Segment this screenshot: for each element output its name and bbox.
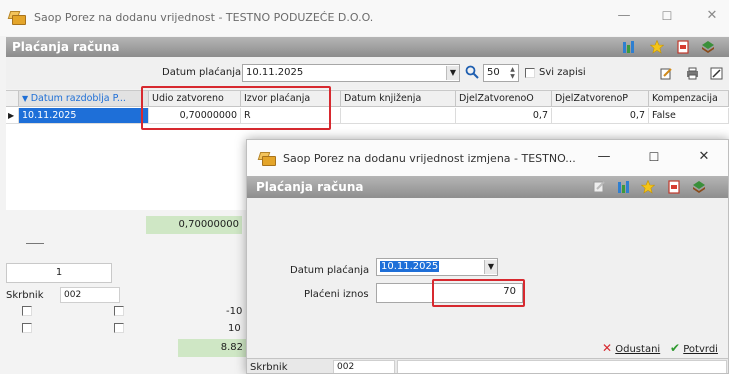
cell-compensation[interactable]: False (649, 108, 729, 124)
lower-skrbnik-label: Skrbnik (6, 290, 44, 301)
columns-icon[interactable] (622, 40, 636, 54)
dialog-close-icon[interactable]: ✕ (697, 150, 711, 164)
all-records-checkbox[interactable] (525, 68, 535, 78)
cancel-button[interactable]: ✕ Odustani (602, 341, 660, 357)
minimize-icon[interactable]: — (617, 9, 631, 23)
column-header-period-date[interactable]: ▼ Datum razdoblja P... (19, 91, 149, 107)
main-header-bar: Plaćanja računa (6, 37, 729, 57)
print-icon[interactable] (686, 67, 699, 80)
confirm-button-label: Potvrdi (683, 344, 718, 355)
page-number[interactable]: 1 (6, 263, 112, 283)
search-icon[interactable] (465, 65, 479, 79)
dialog-folder-icon (257, 152, 277, 166)
dialog-status-field (397, 360, 727, 373)
maximize-icon[interactable]: ☐ (660, 9, 674, 23)
lower-checkbox-1[interactable] (22, 306, 32, 316)
lower-checkbox-3[interactable] (22, 323, 32, 333)
all-records-label: Svi zapisi (539, 67, 586, 78)
date-filter-input[interactable]: 10.11.2025 ▼ (242, 64, 460, 82)
dialog-pdf-icon[interactable] (667, 180, 681, 194)
dialog-status-bar: Skrbnik 002 (247, 358, 728, 373)
column-header-compensation[interactable]: Kompenzacija (649, 91, 729, 107)
sort-icon: ▼ (22, 94, 31, 103)
dialog-edit-icon[interactable] (593, 180, 607, 194)
collapse-line (26, 243, 44, 244)
cell-period-date[interactable]: 10.11.2025 (19, 108, 149, 124)
date-filter-label: Datum plaćanja (162, 67, 242, 78)
main-header-title: Plaćanja računa (12, 40, 120, 54)
confirm-check-icon: ✔ (670, 341, 681, 355)
dialog-date-label: Datum plaćanja (290, 265, 370, 276)
dropdown-icon[interactable]: ▼ (446, 66, 459, 80)
lower-checkbox-2[interactable] (114, 306, 124, 316)
dialog-title: Saop Porez na dodanu vrijednost izmjena … (283, 152, 576, 165)
lower-cell-c: 8.82 (178, 339, 246, 357)
app-folder-icon (7, 11, 27, 25)
dialog-columns-icon[interactable] (617, 180, 631, 194)
lower-checkbox-4[interactable] (114, 323, 124, 333)
column-header-posting-date[interactable]: Datum knjiženja (341, 91, 456, 107)
edit-icon[interactable] (660, 67, 673, 80)
main-title-bar: Saop Porez na dodanu vrijednost - TESTNO… (0, 0, 729, 36)
cancel-x-icon: ✕ (602, 341, 613, 355)
sum-share-cell: 0,70000000 (146, 216, 242, 234)
dialog-title-bar: Saop Porez na dodanu vrijednost izmjena … (247, 140, 728, 176)
date-filter-value: 10.11.2025 (246, 67, 304, 78)
lower-cell-a: -10 (226, 306, 243, 317)
cell-closed-p[interactable]: 0,7 (552, 108, 649, 124)
dialog-book-icon[interactable] (692, 180, 706, 194)
spin-icon[interactable]: ▲ ▼ (508, 66, 517, 80)
export-icon[interactable] (710, 67, 723, 80)
cell-closed-o[interactable]: 0,7 (456, 108, 552, 124)
highlight-amount (432, 279, 525, 307)
current-row-indicator: ▶ (6, 108, 19, 124)
star-icon[interactable] (650, 40, 664, 54)
highlight-share-source (141, 86, 331, 130)
column-header-closed-o[interactable]: DjelZatvorenoO (456, 91, 552, 107)
record-count-input[interactable]: 50 ▲ ▼ (483, 64, 519, 82)
confirm-button[interactable]: ✔ Potvrdi (670, 341, 718, 357)
dialog-star-icon[interactable] (641, 180, 655, 194)
dialog-minimize-icon[interactable]: — (597, 150, 611, 164)
dialog-header-title: Plaćanja računa (256, 180, 364, 194)
dialog-dropdown-icon[interactable]: ▼ (484, 260, 497, 274)
edit-dialog: Saop Porez na dodanu vrijednost izmjena … (246, 139, 729, 374)
lower-code-value: 002 (60, 287, 120, 303)
main-window-title: Saop Porez na dodanu vrijednost - TESTNO… (34, 11, 374, 24)
column-header-closed-p[interactable]: DjelZatvorenoP (552, 91, 649, 107)
dialog-maximize-icon[interactable]: ☐ (647, 150, 661, 164)
lower-cell-b: 10 (228, 323, 241, 334)
book-icon[interactable] (701, 40, 715, 54)
dialog-date-value: 10.11.2025 (380, 261, 440, 272)
dialog-status-code: 002 (333, 360, 395, 373)
dialog-amount-label: Plaćeni iznos (304, 289, 369, 300)
cancel-button-label: Odustani (615, 344, 661, 355)
row-indicator-header (6, 91, 19, 107)
dialog-status-label: Skrbnik (250, 362, 288, 373)
filter-toolbar: Datum plaćanja 10.11.2025 ▼ 50 ▲ ▼ Svi za… (6, 57, 729, 89)
dialog-header-bar: Plaćanja računa (247, 176, 728, 198)
cell-posting-date[interactable] (341, 108, 456, 124)
close-icon[interactable]: ✕ (705, 9, 719, 23)
pdf-icon[interactable] (676, 40, 690, 54)
dialog-date-input[interactable]: 10.11.2025 ▼ (376, 258, 498, 276)
record-count-value: 50 (487, 67, 500, 78)
